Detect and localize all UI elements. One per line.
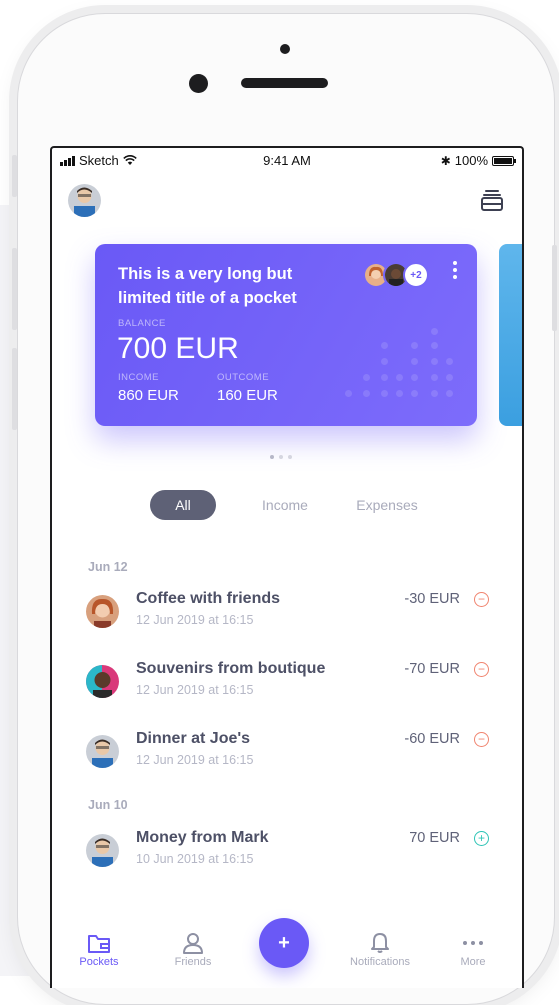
transaction-avatar	[86, 735, 119, 768]
transaction-date: 10 Jun 2019 at 16:15	[136, 852, 254, 866]
tab-income[interactable]: Income	[250, 490, 320, 520]
add-transaction-button[interactable]: +	[259, 918, 309, 968]
transaction-title: Coffee with friends	[136, 590, 281, 607]
pager-dot	[288, 455, 292, 459]
bluetooth-icon: ✱	[440, 153, 451, 168]
filter-tabs: All Income Expenses	[150, 490, 440, 520]
transaction-amount: -70 EUR	[404, 661, 460, 677]
nav-pockets-label: Pockets	[79, 956, 119, 968]
transaction-date: 12 Jun 2019 at 16:15	[136, 683, 254, 697]
card-decoration	[345, 324, 475, 414]
pager-dot	[270, 455, 274, 459]
earpiece-speaker	[241, 78, 328, 88]
transaction-row[interactable]: Money from Mark 10 Jun 2019 at 16:15 70 …	[52, 829, 522, 873]
status-bar: Sketch 9:41 AM ✱ 100%	[52, 148, 522, 170]
transaction-date: 12 Jun 2019 at 16:15	[136, 613, 254, 627]
transaction-row[interactable]: Coffee with friends 12 Jun 2019 at 16:15…	[52, 590, 522, 634]
pocket-title: This is a very long but limited title of…	[118, 265, 297, 307]
tab-all[interactable]: All	[150, 490, 216, 520]
income-label: INCOME	[118, 372, 159, 383]
bell-icon	[371, 933, 389, 953]
volume-down-button	[12, 348, 17, 430]
nav-pockets[interactable]: Pockets	[54, 930, 144, 968]
transaction-avatar	[86, 665, 119, 698]
income-value: 860 EUR	[118, 387, 179, 404]
transaction-amount: 70 EUR	[409, 830, 460, 846]
pocket-card[interactable]: This is a very long but limited title of…	[95, 244, 477, 426]
transaction-date: 12 Jun 2019 at 16:15	[136, 753, 254, 767]
nav-notifications[interactable]: Notifications	[335, 930, 425, 968]
pockets-stack-icon[interactable]	[480, 188, 504, 212]
plus-circle-icon: +	[474, 831, 489, 846]
transaction-row[interactable]: Dinner at Joe's 12 Jun 2019 at 16:15 -60…	[52, 730, 522, 774]
front-camera	[189, 74, 208, 93]
transaction-title: Souvenirs from boutique	[136, 660, 326, 677]
battery-percent: 100%	[454, 153, 488, 168]
balance-label: BALANCE	[118, 318, 166, 329]
more-vertical-icon[interactable]	[453, 261, 457, 282]
user-icon	[183, 933, 203, 954]
app-screen: Sketch 9:41 AM ✱ 100% This is a very lon…	[50, 146, 524, 988]
pocket-members[interactable]: +2	[363, 262, 429, 288]
battery-icon	[492, 155, 516, 166]
nav-friends-label: Friends	[174, 956, 212, 968]
date-header: Jun 10	[88, 798, 128, 812]
card-pager	[270, 455, 292, 459]
more-horizontal-icon	[463, 941, 483, 945]
transaction-row[interactable]: Souvenirs from boutique 12 Jun 2019 at 1…	[52, 660, 522, 704]
transaction-avatar	[86, 834, 119, 867]
outcome-value: 160 EUR	[217, 387, 278, 404]
pager-dot	[279, 455, 283, 459]
volume-up-button	[12, 248, 17, 330]
minus-circle-icon: −	[474, 592, 489, 607]
profile-avatar[interactable]	[68, 184, 101, 217]
transaction-title: Money from Mark	[136, 829, 269, 846]
mute-switch	[12, 155, 17, 197]
nav-notifications-label: Notifications	[350, 956, 410, 968]
nav-more-label: More	[460, 956, 486, 968]
next-pocket-card[interactable]	[499, 244, 522, 426]
minus-circle-icon: −	[474, 662, 489, 677]
proximity-sensor	[280, 44, 290, 54]
nav-friends[interactable]: Friends	[148, 930, 238, 968]
tab-expenses[interactable]: Expenses	[348, 490, 426, 520]
transaction-amount: -60 EUR	[404, 731, 460, 747]
folder-icon	[88, 935, 110, 953]
date-header: Jun 12	[88, 560, 128, 574]
outcome-label: OUTCOME	[217, 372, 270, 383]
extra-members-badge: +2	[403, 262, 429, 288]
minus-circle-icon: −	[474, 732, 489, 747]
nav-more[interactable]: More	[428, 930, 518, 968]
transaction-avatar	[86, 595, 119, 628]
transaction-amount: -30 EUR	[404, 591, 460, 607]
balance-value: 700 EUR	[117, 332, 239, 365]
transaction-title: Dinner at Joe's	[136, 730, 251, 747]
power-button	[552, 245, 557, 331]
